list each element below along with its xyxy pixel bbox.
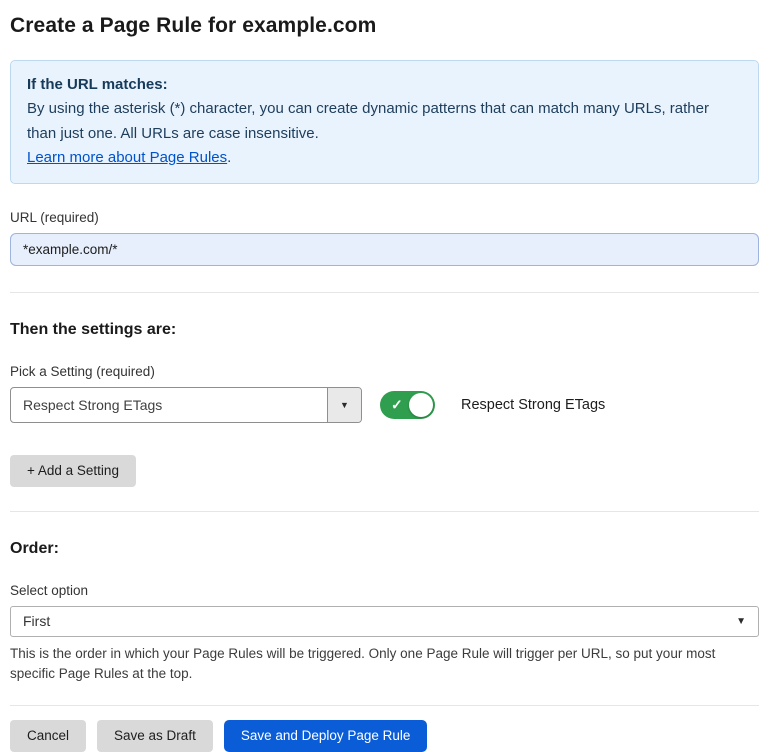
add-setting-row: + Add a Setting — [10, 455, 759, 487]
info-box-link-line: Learn more about Page Rules. — [27, 146, 742, 170]
cancel-button[interactable]: Cancel — [10, 720, 86, 752]
link-suffix-period: . — [227, 149, 231, 166]
respect-strong-etags-label: Respect Strong ETags — [461, 397, 605, 413]
pick-setting-label: Pick a Setting (required) — [10, 364, 759, 379]
save-and-deploy-button[interactable]: Save and Deploy Page Rule — [224, 720, 428, 752]
setting-row: Respect Strong ETags ▼ ✓ Respect Strong … — [10, 387, 759, 423]
setting-dropdown-value: Respect Strong ETags — [11, 388, 327, 422]
setting-dropdown[interactable]: Respect Strong ETags ▼ — [10, 387, 362, 423]
setting-dropdown-caret-button[interactable]: ▼ — [327, 388, 361, 422]
page-title: Create a Page Rule for example.com — [10, 14, 759, 38]
order-select-value: First — [23, 613, 50, 629]
divider-settings-order — [10, 511, 759, 512]
url-match-info-box: If the URL matches: By using the asteris… — [10, 60, 759, 184]
add-setting-button[interactable]: + Add a Setting — [10, 455, 136, 487]
toggle-knob — [409, 393, 433, 417]
chevron-down-icon: ▼ — [736, 616, 746, 627]
respect-strong-etags-toggle[interactable]: ✓ — [380, 391, 435, 419]
order-select-label: Select option — [10, 583, 759, 598]
form-actions: Cancel Save as Draft Save and Deploy Pag… — [10, 720, 759, 752]
order-select[interactable]: First ▼ — [10, 606, 759, 637]
divider-url-settings — [10, 292, 759, 293]
info-box-body: By using the asterisk (*) character, you… — [27, 97, 742, 146]
check-icon: ✓ — [391, 397, 403, 414]
url-input[interactable] — [10, 233, 759, 266]
order-help-text: This is the order in which your Page Rul… — [10, 644, 755, 685]
order-section-heading: Order: — [10, 540, 759, 558]
chevron-down-icon: ▼ — [340, 400, 349, 410]
learn-more-page-rules-link[interactable]: Learn more about Page Rules — [27, 149, 227, 166]
info-box-heading: If the URL matches: — [27, 73, 742, 97]
url-field-label: URL (required) — [10, 210, 759, 225]
divider-order-actions — [10, 705, 759, 706]
settings-section-heading: Then the settings are: — [10, 321, 759, 339]
save-as-draft-button[interactable]: Save as Draft — [97, 720, 213, 752]
create-page-rule-form: Create a Page Rule for example.com If th… — [0, 0, 769, 752]
